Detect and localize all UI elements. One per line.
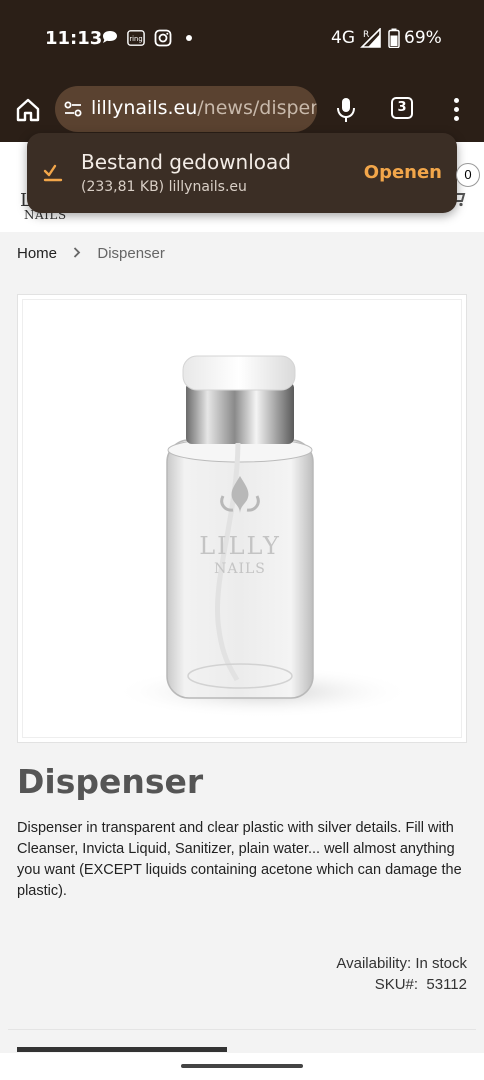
battery-icon — [388, 28, 400, 48]
gesture-handle[interactable] — [181, 1064, 303, 1068]
availability-info: Availability: In stock — [336, 955, 467, 972]
sku-label: SKU#: — [374, 976, 419, 993]
instagram-icon — [154, 29, 172, 47]
more-dot-icon — [186, 35, 192, 41]
product-description: Dispenser in transparent and clear plast… — [17, 820, 462, 899]
site-settings-icon[interactable] — [63, 99, 83, 119]
toast-title: Bestand gedownload — [81, 150, 291, 174]
toast-subtitle: (233,81 KB) lillynails.eu — [81, 179, 247, 195]
home-icon[interactable] — [14, 96, 42, 124]
url-domain: lillynails.eu — [91, 97, 198, 119]
section-divider — [8, 1029, 476, 1030]
dispenser-bottle-image: LILLY NAILS — [113, 355, 413, 718]
breadcrumb: Home Dispenser — [17, 245, 165, 262]
status-bar: 11:13 ring 4G R 69% — [0, 0, 484, 78]
battery-percent: 69% — [404, 28, 442, 48]
microphone-icon[interactable] — [334, 96, 358, 124]
breadcrumb-home-link[interactable]: Home — [17, 245, 57, 262]
overflow-menu-icon[interactable] — [450, 98, 462, 122]
cart-count-badge[interactable]: 0 — [456, 163, 480, 187]
product-image-frame[interactable]: LILLY NAILS — [17, 294, 467, 743]
roaming-indicator: R — [363, 30, 369, 40]
ring-logo-text: ring — [129, 35, 142, 43]
download-done-icon — [43, 164, 63, 182]
url-path: /news/disper — [197, 97, 317, 119]
bottle-brand-subtext: NAILS — [214, 561, 266, 577]
active-tab-indicator[interactable] — [17, 1047, 227, 1052]
availability-value: In stock — [415, 955, 467, 972]
open-download-button[interactable]: Openen — [364, 162, 442, 183]
network-type: 4G — [331, 28, 355, 48]
status-time: 11:13 — [45, 28, 103, 49]
url-text[interactable]: lillynails.eu/news/disper — [91, 97, 317, 119]
chevron-right-icon — [73, 245, 81, 262]
chat-bubble-icon — [103, 31, 117, 43]
product-title: Dispenser — [17, 762, 204, 801]
signal-icon: R — [360, 28, 381, 48]
ring-icon: ring — [127, 30, 145, 46]
tab-switcher-button[interactable]: 3 — [391, 97, 413, 119]
bottle-brand-text: LILLY — [199, 532, 281, 560]
sku-value: 53112 — [426, 976, 467, 993]
product-image[interactable]: LILLY NAILS — [22, 299, 462, 738]
breadcrumb-current: Dispenser — [97, 245, 165, 262]
sku-info: SKU#: 53112 — [375, 976, 467, 993]
download-complete-toast: Bestand gedownload (233,81 KB) lillynail… — [27, 133, 457, 213]
address-bar[interactable]: lillynails.eu/news/disper — [55, 86, 317, 132]
availability-label: Availability: — [336, 955, 412, 972]
